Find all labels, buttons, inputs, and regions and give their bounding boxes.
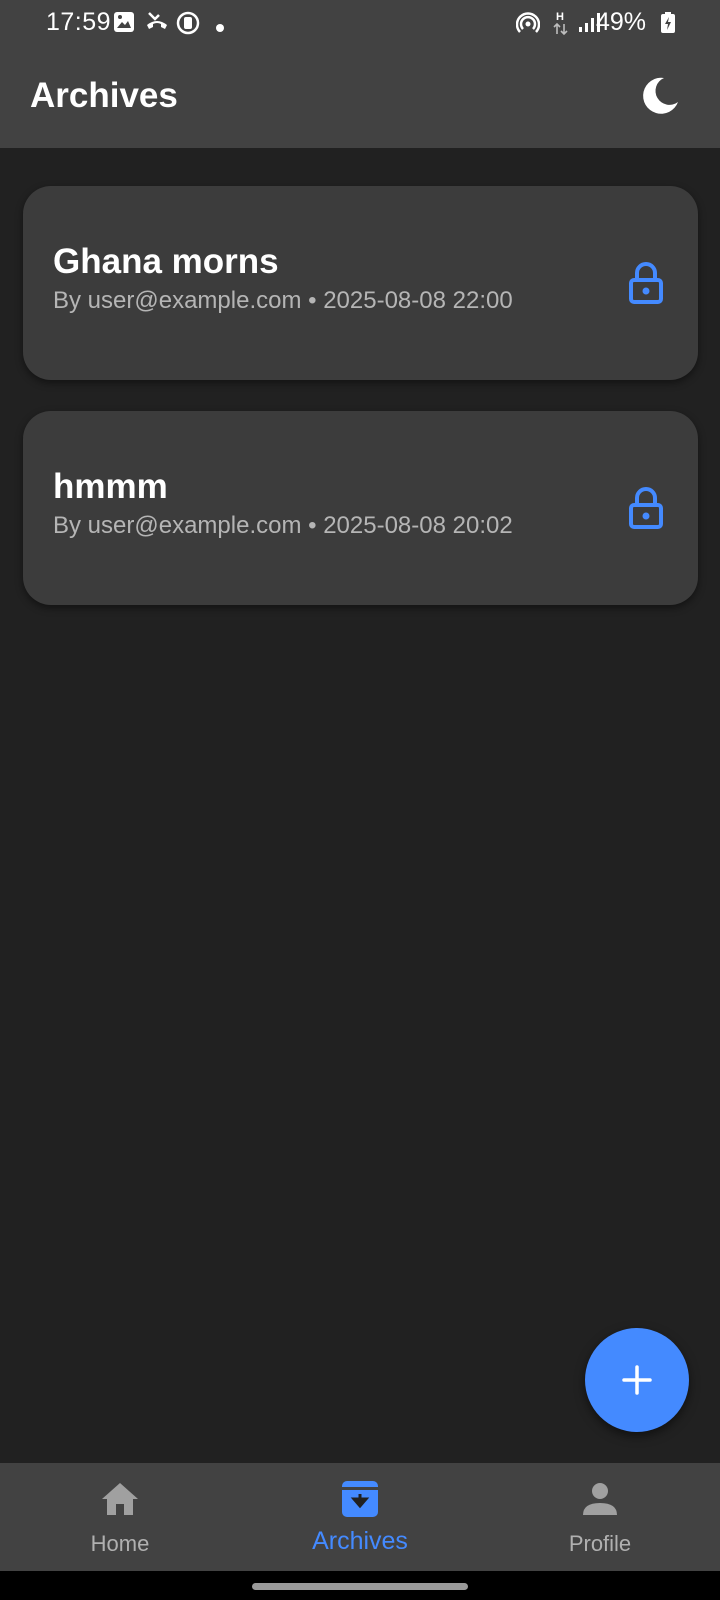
page-title: Archives [30,76,178,115]
archive-card[interactable]: Ghana morns By user@example.com • 2025-0… [23,186,698,380]
app-bar: Archives [0,48,720,148]
battery-icon [660,12,676,39]
nav-label-home: Home [90,1531,150,1556]
plus-icon [622,1365,652,1395]
battery-percentage: 49% [595,8,646,36]
archive-title: hmmm [53,467,168,506]
moon-icon [643,77,678,114]
add-archive-button[interactable] [585,1328,689,1432]
hotspot-icon [515,11,541,40]
gallery-icon [113,11,135,38]
notification-dot-icon [216,19,224,37]
theme-toggle-button[interactable] [638,74,682,118]
archive-icon [342,1481,378,1517]
archive-card[interactable]: hmmm By user@example.com • 2025-08-08 20… [23,411,698,605]
missed-call-icon [144,11,170,38]
status-bar: 17:59 H 49% [0,0,720,48]
screen: 17:59 H 49% Archives Ghana morns By user… [0,0,720,1600]
archive-meta: By user@example.com • 2025-08-08 22:00 [53,287,513,314]
system-navigation-bar [0,1571,720,1600]
status-time: 17:59 [46,8,112,36]
network-type-icon: H [552,10,570,41]
nav-item-home[interactable]: Home [0,1463,240,1571]
sync-icon [176,11,200,40]
archive-meta: By user@example.com • 2025-08-08 20:02 [53,512,513,539]
lock-icon [628,262,664,304]
nav-label-archives: Archives [312,1527,408,1555]
svg-text:H: H [556,11,564,23]
home-icon [102,1483,138,1515]
nav-item-profile[interactable]: Profile [480,1463,720,1571]
nav-label-profile: Profile [568,1531,632,1556]
home-gesture-handle[interactable] [252,1583,468,1590]
nav-item-archives[interactable]: Archives [240,1463,480,1571]
person-icon [583,1483,617,1515]
lock-icon [628,487,664,529]
bottom-navigation: Home Archives Profile [0,1463,720,1571]
archive-title: Ghana morns [53,242,279,281]
